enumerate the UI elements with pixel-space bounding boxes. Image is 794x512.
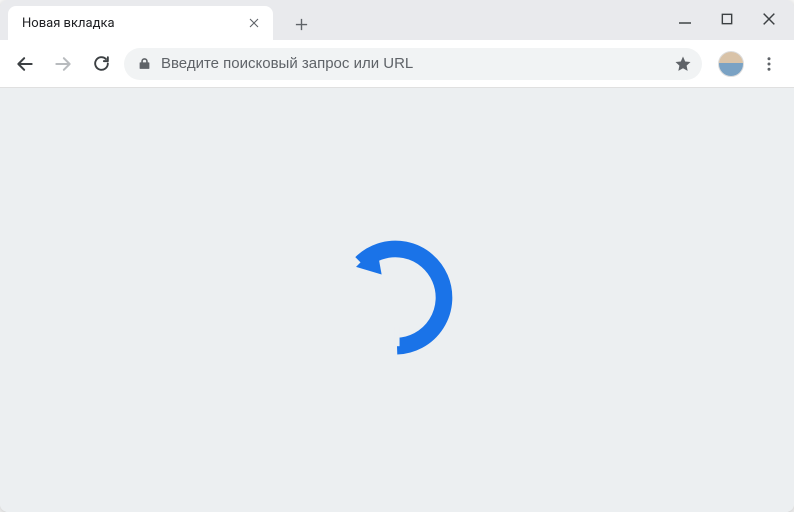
window-controls: [676, 10, 778, 28]
maximize-button[interactable]: [718, 10, 736, 28]
forward-button[interactable]: [48, 49, 78, 79]
plus-icon: [294, 17, 309, 32]
address-bar[interactable]: [124, 48, 702, 80]
maximize-icon: [720, 12, 734, 26]
tab-title: Новая вкладка: [22, 16, 245, 31]
star-icon: [674, 55, 692, 73]
tab-strip: Новая вкладка: [0, 0, 794, 40]
back-button[interactable]: [10, 49, 40, 79]
close-window-button[interactable]: [760, 10, 778, 28]
close-icon: [761, 11, 777, 27]
toolbar: [0, 40, 794, 88]
arrow-left-icon: [15, 54, 35, 74]
minimize-icon: [677, 11, 693, 27]
address-input[interactable]: [161, 55, 664, 72]
minimize-button[interactable]: [676, 10, 694, 28]
lock-icon: [138, 57, 151, 70]
close-icon: [248, 17, 260, 29]
kebab-icon: [760, 55, 778, 73]
reload-button[interactable]: [86, 49, 116, 79]
profile-avatar[interactable]: [718, 51, 744, 77]
page-content: [0, 88, 794, 512]
new-tab-button[interactable]: [287, 10, 315, 38]
browser-window: Новая вкладка: [0, 0, 794, 512]
browser-tab[interactable]: Новая вкладка: [8, 6, 273, 40]
menu-button[interactable]: [754, 49, 784, 79]
close-tab-button[interactable]: [245, 14, 263, 32]
bookmark-button[interactable]: [674, 55, 692, 73]
arrow-right-icon: [53, 54, 73, 74]
update-illustration: [333, 231, 461, 359]
reload-icon: [92, 54, 111, 73]
